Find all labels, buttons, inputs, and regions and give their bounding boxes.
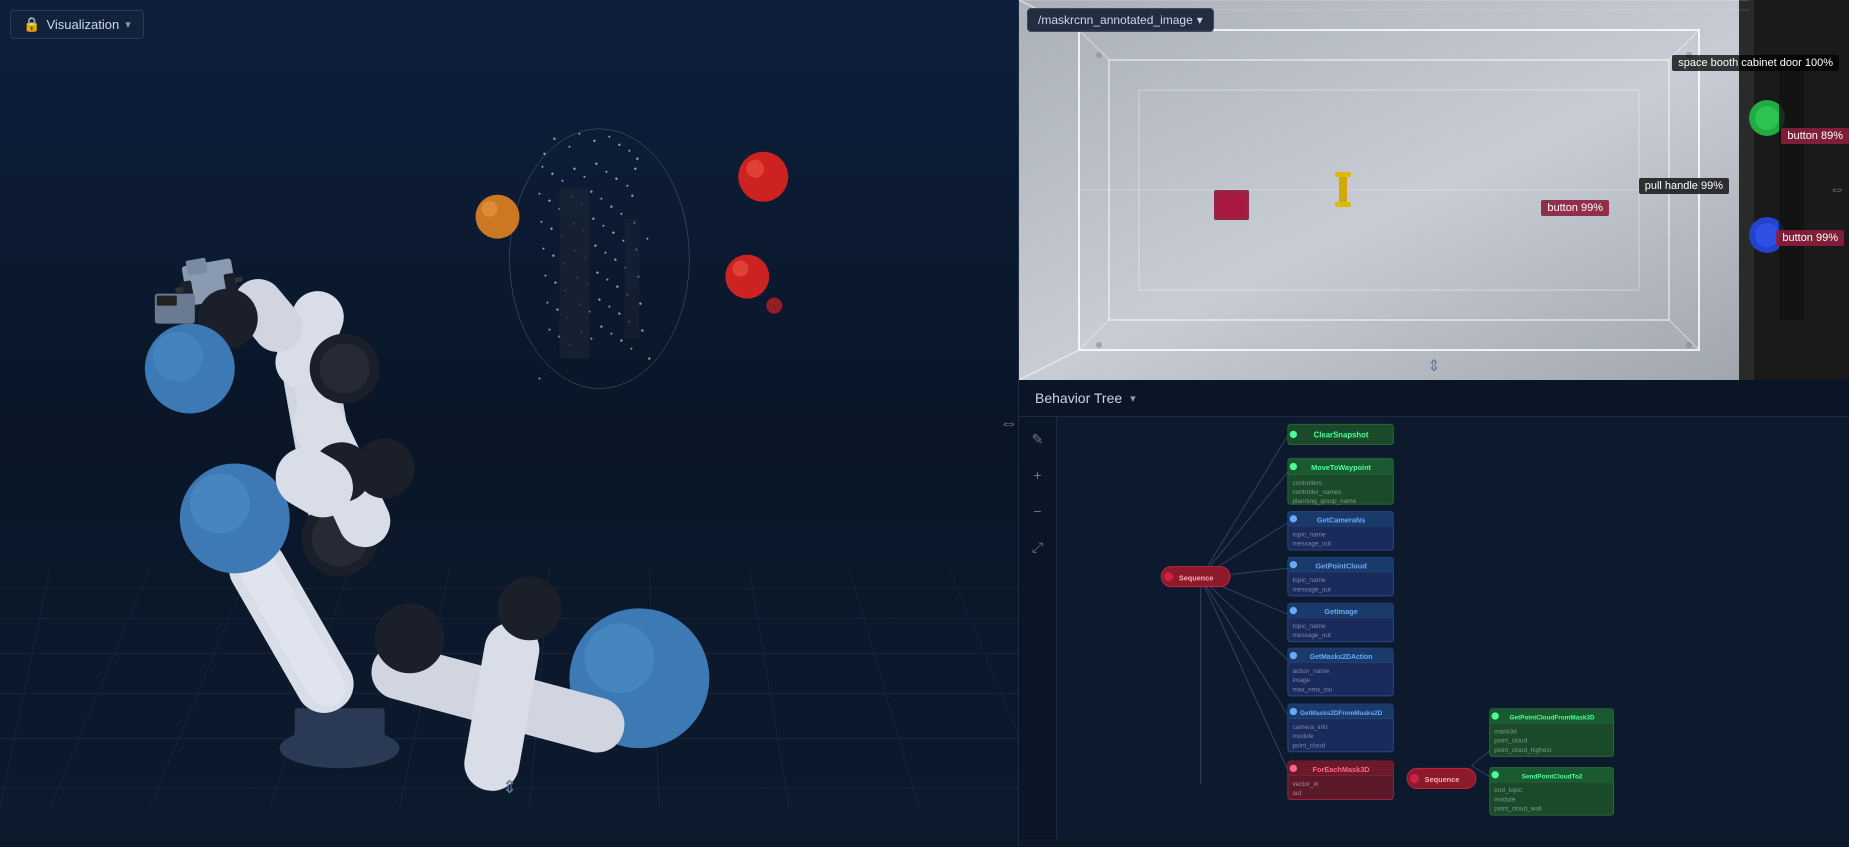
svg-text:message_out: message_out [1292,586,1331,593]
svg-text:MoveToWaypoint: MoveToWaypoint [1311,463,1371,472]
red-balls [725,152,788,314]
svg-text:image: image [1292,677,1310,684]
svg-text:GetMasks2DAction: GetMasks2DAction [1310,654,1373,661]
node-for-each-mask3d: ForEachMask3D vector_in out [1288,761,1394,800]
3d-scene-svg: ⇔ ⇕ [0,0,1018,847]
svg-text:module: module [1292,733,1313,740]
svg-text:camera_info: camera_info [1292,724,1328,731]
camera-view-inner: /maskrcnn_annotated_image ▾ space booth … [1019,0,1849,380]
svg-text:point_cloud_wall: point_cloud_wall [1494,806,1541,813]
annotation-button-89: button 89% [1781,128,1849,144]
svg-text:module: module [1494,796,1515,803]
svg-text:topic_name: topic_name [1292,623,1326,630]
svg-text:SendPointCloudTo2: SendPointCloudTo2 [1522,773,1583,780]
node-move-to-waypoint: MoveToWaypoint controllers controller_na… [1288,458,1394,505]
svg-text:ClearSnapshot: ClearSnapshot [1314,431,1369,440]
node-get-point-cloud: GetPointCloud topic_name message_out [1288,557,1394,596]
zoom-in-icon[interactable]: + [1024,461,1052,489]
bt-title: Behavior Tree [1035,390,1122,406]
right-panel: /maskrcnn_annotated_image ▾ space booth … [1019,0,1849,847]
annotation-button-99-right: button 99% [1776,230,1844,246]
bt-header: Behavior Tree ▾ [1019,380,1849,417]
visualization-header[interactable]: 🔒 Visualization ▾ [10,10,144,39]
topic-bar[interactable]: /maskrcnn_annotated_image ▾ [1027,8,1214,32]
node-get-camera-ns: GetCameraNs topic_name message_out [1288,511,1394,550]
svg-text:topic_name: topic_name [1292,577,1326,584]
chevron-down-icon: ▾ [125,18,131,31]
svg-text:point_cloud: point_cloud [1494,738,1527,745]
svg-text:Sequence: Sequence [1179,573,1214,582]
visualization-label: Visualization [46,17,119,32]
svg-text:max_nms_iou: max_nms_iou [1292,686,1332,693]
node-get-pc-from-mask3d: GetPointCloudFromMask3D mask3d point_clo… [1490,709,1614,757]
svg-text:mask3d: mask3d [1494,729,1517,736]
svg-text:Sequence: Sequence [1425,775,1460,784]
bt-content: Sequence ClearSnapshot [1057,417,1849,839]
topic-name: /maskrcnn_annotated_image [1038,13,1193,27]
lock-icon: 🔒 [23,16,40,33]
bt-svg: Sequence ClearSnapshot [1057,417,1849,839]
svg-text:GetMasks2DFromMasks2D: GetMasks2DFromMasks2D [1300,710,1383,717]
bt-canvas[interactable]: ✎ + − ⤢ [1019,417,1849,839]
camera-view: /maskrcnn_annotated_image ▾ space booth … [1019,0,1849,380]
svg-text:controller_names: controller_names [1292,489,1341,496]
svg-text:point_cloud: point_cloud [1292,742,1325,749]
node-get-masks2d-action: GetMasks2DAction action_name image max_n… [1288,648,1394,696]
main-container: 🔒 Visualization ▾ [0,0,1849,847]
svg-text:GetPointCloud: GetPointCloud [1315,561,1366,570]
orange-ball [476,195,520,239]
svg-text:GetImage: GetImage [1324,607,1357,616]
left-panel-3d: 🔒 Visualization ▾ [0,0,1019,847]
svg-text:controllers: controllers [1292,480,1322,487]
annotation-button-99-red: button 99% [1541,200,1609,216]
svg-text:point_cloud_highest: point_cloud_highest [1494,747,1551,754]
sequence-node-2: Sequence [1407,768,1476,788]
point-cloud [509,129,689,389]
svg-text:message_out: message_out [1292,632,1331,639]
horizontal-resize-handle[interactable]: ⇔ [1829,181,1845,199]
topic-chevron: ▾ [1197,13,1203,27]
annotation-pull-handle: pull handle 99% [1639,178,1729,194]
svg-text:vector_in: vector_in [1292,781,1318,788]
svg-text:GetCameraNs: GetCameraNs [1317,516,1365,525]
svg-text:out: out [1292,790,1301,797]
behavior-tree-panel: Behavior Tree ▾ ✎ + − ⤢ [1019,380,1849,847]
svg-text:GetPointCloudFromMask3D: GetPointCloudFromMask3D [1510,715,1595,722]
svg-text:action_name: action_name [1292,668,1329,675]
sequence-node-1: Sequence [1161,567,1230,587]
robot-arm-scene: ⇔ ⇕ [0,0,1018,847]
resize-handle-v: ⇔ [1000,412,1018,432]
bt-sidebar: ✎ + − ⤢ [1019,417,1057,839]
node-get-masks2d-from: GetMasks2DFromMasks2D camera_info module… [1288,704,1394,752]
bt-chevron: ▾ [1130,392,1136,405]
svg-text:message_out: message_out [1292,540,1331,547]
annotation-space-booth: space booth cabinet door 100% [1672,55,1839,71]
svg-text:topic_name: topic_name [1292,531,1326,538]
zoom-out-icon[interactable]: − [1024,497,1052,525]
svg-text:ForEachMask3D: ForEachMask3D [1313,765,1370,774]
node-get-image: GetImage topic_name message_out [1288,603,1394,642]
edit-icon[interactable]: ✎ [1024,425,1052,453]
node-clear-snapshot: ClearSnapshot [1288,424,1394,444]
svg-text:end_topic: end_topic [1494,787,1523,794]
node-send-point-cloud: SendPointCloudTo2 end_topic module point… [1490,767,1614,815]
vertical-resize-handle[interactable]: ⇕ [1427,356,1440,376]
svg-text:planning_group_name: planning_group_name [1292,498,1356,505]
fit-icon[interactable]: ⤢ [1024,533,1052,561]
resize-handle-h: ⇕ [502,777,517,797]
